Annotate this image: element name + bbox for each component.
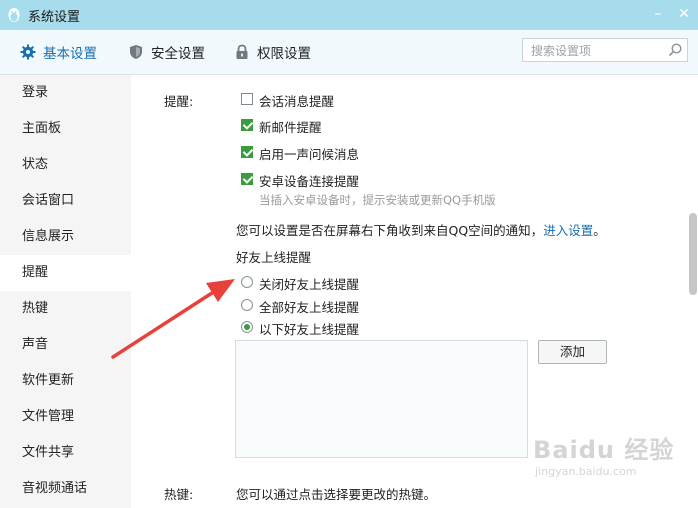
watermark-url: jingyan.baidu.com bbox=[535, 465, 637, 478]
watermark-brand: Baidu 经验 bbox=[533, 436, 675, 464]
baidu-watermark: Baidu 经验 jingyan.baidu.com bbox=[533, 430, 674, 478]
